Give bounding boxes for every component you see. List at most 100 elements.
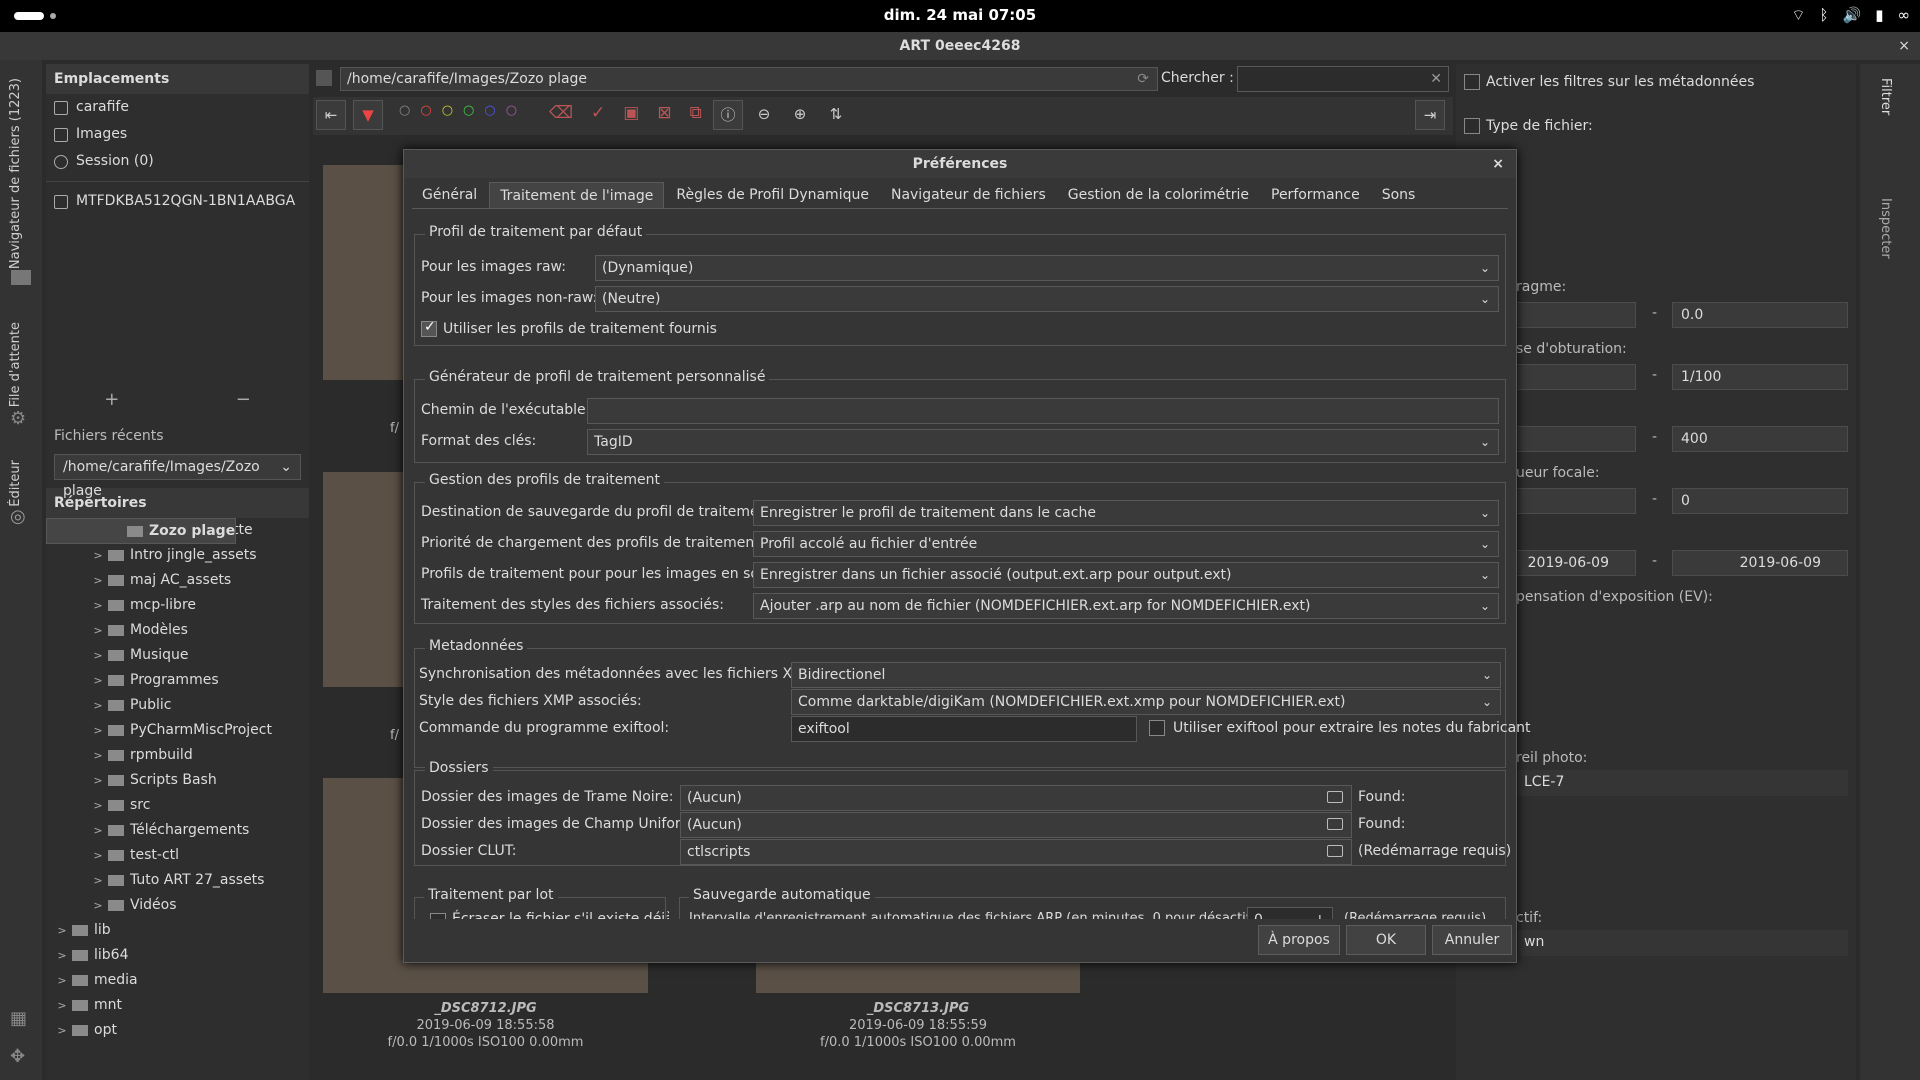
tab-dynamic-profile-rules[interactable]: Règles de Profil Dynamique xyxy=(666,182,879,208)
aperture-from[interactable] xyxy=(1516,302,1636,328)
rank-filter[interactable]: ○ ○ ○ ○ ○ ○ xyxy=(399,103,517,118)
move-icon[interactable]: ✥ xyxy=(10,1046,25,1067)
tab-performance[interactable]: Performance xyxy=(1261,182,1370,208)
cancel-button[interactable]: Annuler xyxy=(1432,925,1512,955)
increment-button[interactable]: + xyxy=(1314,908,1326,919)
date-to[interactable]: 2019-06-09 xyxy=(1672,550,1848,576)
chevron-right-icon[interactable]: > xyxy=(54,918,70,943)
tab-inspect[interactable]: Inspecter xyxy=(1878,198,1893,259)
location-carafife[interactable]: carafife xyxy=(46,94,309,121)
filter-icon[interactable]: ▼ xyxy=(353,100,383,130)
camera-value[interactable]: LCE-7 xyxy=(1516,770,1848,796)
search-input[interactable]: ✕ xyxy=(1237,66,1449,92)
iso-to[interactable]: 400 xyxy=(1672,426,1848,452)
star-icon[interactable]: ○ xyxy=(506,103,517,118)
browse-icon[interactable] xyxy=(316,70,332,86)
chevron-right-icon[interactable]: > xyxy=(90,718,106,743)
dark-frame-input[interactable]: (Aucun) xyxy=(680,785,1352,811)
refresh-icon[interactable]: ⟳ xyxy=(1137,68,1149,90)
tree-item[interactable]: > Modèles xyxy=(46,618,309,643)
date-from[interactable]: 2019-06-09 xyxy=(1516,550,1636,576)
remove-location-button[interactable]: − xyxy=(236,389,251,413)
chevron-right-icon[interactable]: > xyxy=(90,618,106,643)
clear-search-icon[interactable]: ✕ xyxy=(1430,67,1442,91)
folder-open-icon[interactable] xyxy=(1327,818,1343,830)
chevron-right-icon[interactable]: > xyxy=(54,993,70,1018)
iso-from[interactable] xyxy=(1516,426,1636,452)
tree-item[interactable]: > Tuto ART 27_assets xyxy=(46,868,309,893)
tab-color-management[interactable]: Gestion de la colorimétrie xyxy=(1058,182,1259,208)
hide-right-panel-button[interactable]: ⇥ xyxy=(1415,100,1445,130)
autosave-interval-input[interactable]: 0 − + xyxy=(1247,907,1333,919)
volume-icon[interactable]: 🔊 xyxy=(1843,6,1862,25)
chevron-right-icon[interactable]: > xyxy=(90,818,106,843)
delete-icon[interactable]: ⊠ xyxy=(657,103,671,123)
tree-item[interactable]: > lib xyxy=(46,918,309,943)
tree-item[interactable]: > opt xyxy=(46,1018,309,1043)
tab-sounds[interactable]: Sons xyxy=(1372,182,1426,208)
tree-item[interactable]: > mcp-libre xyxy=(46,593,309,618)
save-destination-select[interactable]: Enregistrer le profil de traitement dans… xyxy=(753,500,1499,526)
thumbnail-image[interactable] xyxy=(323,165,403,380)
chevron-right-icon[interactable]: > xyxy=(90,743,106,768)
tree-item[interactable]: > test-ctl xyxy=(46,843,309,868)
tree-item[interactable]: > Programmes xyxy=(46,668,309,693)
battery-icon[interactable]: ▮ xyxy=(1875,6,1883,25)
focal-from[interactable] xyxy=(1516,488,1636,514)
flat-field-input[interactable]: (Aucun) xyxy=(680,812,1352,838)
chevron-right-icon[interactable]: > xyxy=(90,868,106,893)
key-format-select[interactable]: TagID ⌄ xyxy=(587,429,1499,455)
location-images[interactable]: Images xyxy=(46,121,309,148)
clut-folder-input[interactable]: ctlscripts xyxy=(680,839,1352,865)
nonraw-profile-select[interactable]: (Neutre) ⌄ xyxy=(595,286,1499,312)
chevron-right-icon[interactable]: > xyxy=(90,568,106,593)
sort-icon[interactable]: ⇅ xyxy=(821,100,851,130)
add-location-button[interactable]: + xyxy=(104,389,119,413)
chevron-right-icon[interactable]: > xyxy=(90,893,106,918)
tree-item[interactable]: > Musique xyxy=(46,643,309,668)
folder-open-icon[interactable] xyxy=(1327,845,1343,857)
system-tray[interactable]: ⌔ ᛒ 🔊 ▮ ∞ xyxy=(1791,6,1910,25)
raw-profile-select[interactable]: (Dynamique) ⌄ xyxy=(595,255,1499,281)
clock[interactable]: dim. 24 mai 07:05 xyxy=(0,6,1920,24)
ok-button[interactable]: OK xyxy=(1346,925,1426,955)
tab-file-browser[interactable]: Navigateur de fichiers (1223) xyxy=(8,78,23,269)
executable-path-input[interactable] xyxy=(587,398,1499,424)
chevron-right-icon[interactable]: > xyxy=(90,643,106,668)
wifi-icon[interactable]: ⌔ xyxy=(1791,6,1805,25)
tree-item[interactable]: > Intro jingle_assets xyxy=(46,543,309,568)
copy-icon[interactable]: ⧉ xyxy=(690,103,702,123)
shutter-from[interactable] xyxy=(1516,364,1636,390)
star-icon[interactable]: ○ xyxy=(484,103,495,118)
aperture-to[interactable]: 0.0 xyxy=(1672,302,1848,328)
chevron-right-icon[interactable]: > xyxy=(90,843,106,868)
tree-item[interactable]: > Public xyxy=(46,693,309,718)
shutter-to[interactable]: 1/100 xyxy=(1672,364,1848,390)
dialog-close-button[interactable]: × xyxy=(1492,150,1504,178)
zoom-in-icon[interactable]: ⊕ xyxy=(785,100,815,130)
star-icon[interactable]: ○ xyxy=(442,103,453,118)
tab-queue[interactable]: File d'attente xyxy=(8,322,23,407)
chevron-right-icon[interactable]: > xyxy=(90,668,106,693)
overwrite-checkbox[interactable] xyxy=(430,913,446,919)
chevron-right-icon[interactable]: > xyxy=(90,768,106,793)
star-icon[interactable]: ○ xyxy=(420,103,431,118)
lens-value[interactable]: wn xyxy=(1516,930,1848,956)
star-icon[interactable]: ○ xyxy=(399,103,410,118)
chevron-right-icon[interactable]: > xyxy=(90,693,106,718)
activate-filters-checkbox[interactable] xyxy=(1464,74,1480,90)
grid-icon[interactable]: ▦ xyxy=(10,1008,27,1029)
xmp-style-select[interactable]: Comme darktable/digiKam (NOMDEFICHIER.ex… xyxy=(791,689,1501,715)
tree-item[interactable]: > Téléchargements xyxy=(46,818,309,843)
filetype-checkbox[interactable] xyxy=(1464,118,1480,134)
xmp-sync-select[interactable]: Bidirectionel ⌄ xyxy=(791,662,1501,688)
path-field[interactable]: /home/carafife/Images/Zozo plage ⟳ xyxy=(340,67,1158,91)
zoom-out-icon[interactable]: ⊖ xyxy=(749,100,779,130)
tree-item[interactable]: Zozo plage xyxy=(46,518,237,544)
chevron-right-icon[interactable]: > xyxy=(90,793,106,818)
chevron-right-icon[interactable]: > xyxy=(90,593,106,618)
trash-filter-icon[interactable]: ⌫ xyxy=(549,103,573,123)
exiftool-notes-checkbox[interactable] xyxy=(1149,720,1165,736)
tab-filter[interactable]: Filtrer xyxy=(1878,78,1893,115)
chevron-right-icon[interactable]: > xyxy=(54,968,70,993)
